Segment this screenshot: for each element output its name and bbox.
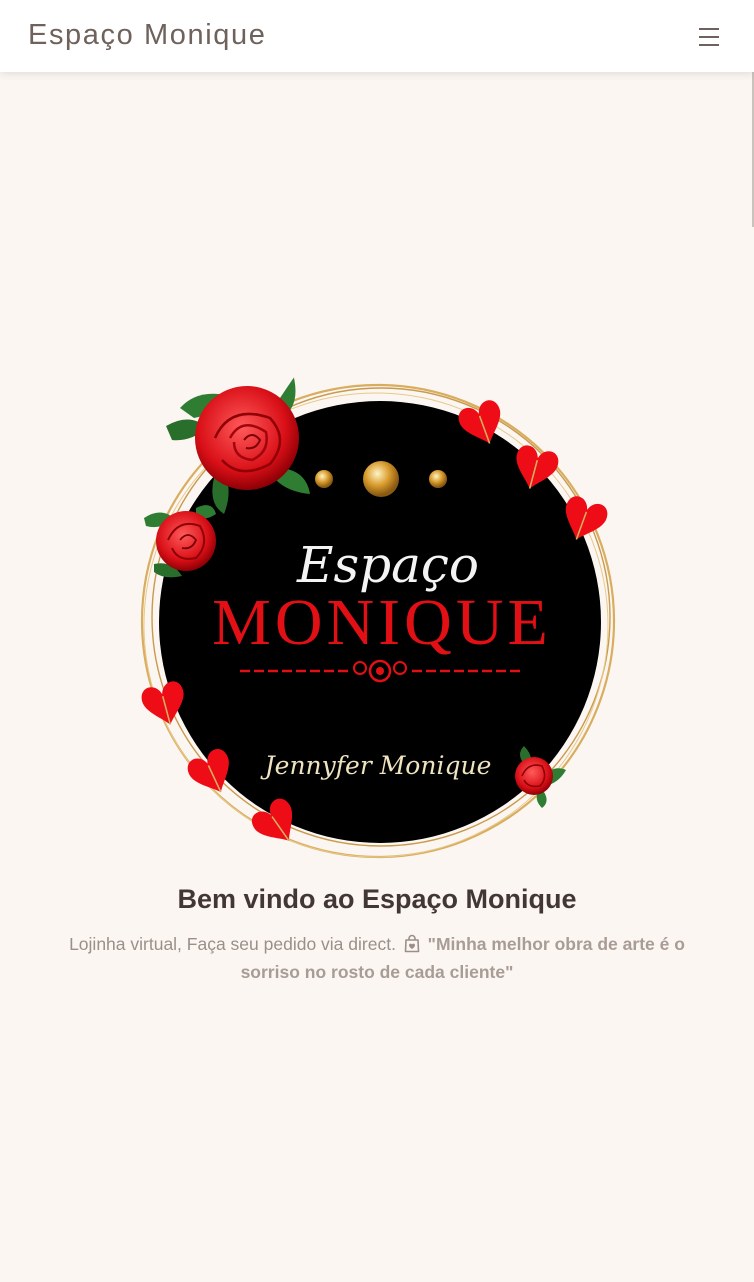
welcome-heading: Bem vindo ao Espaço Monique: [177, 884, 577, 914]
logo-main-word: MONIQUE: [212, 586, 552, 659]
menu-toggle-button[interactable]: [694, 25, 724, 49]
hamburger-menu-icon: [699, 28, 719, 46]
top-navbar: Espaço Monique: [0, 0, 754, 72]
shopping-bag-heart-icon: [403, 934, 421, 960]
brand-link[interactable]: Espaço Monique: [28, 17, 266, 53]
welcome-description: Lojinha virtual, Faça seu pedido via dir…: [40, 932, 714, 985]
brand-logo: Espaço MONIQUE Jennyfer Monique: [120, 368, 632, 880]
description-text: Lojinha virtual, Faça seu pedido via dir…: [69, 934, 401, 954]
logo-signature: Jennyfer Monique: [260, 751, 492, 780]
